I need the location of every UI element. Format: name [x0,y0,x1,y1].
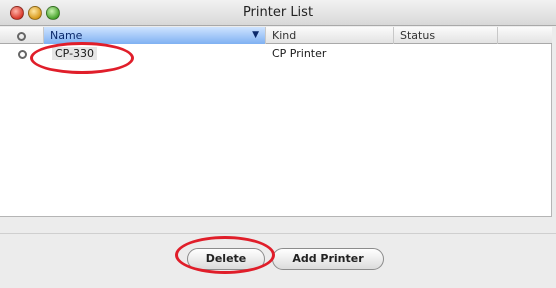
column-header-status[interactable]: Status [394,27,498,44]
divider [0,233,556,234]
printer-kind-cell: CP Printer [272,47,327,60]
printer-list-window: Printer List Name ▼ Kind Status CP-330 C… [0,0,556,288]
printer-disc-icon [17,31,26,41]
printer-disc-icon [17,49,27,59]
window-title: Printer List [242,5,314,20]
column-header-name[interactable]: Name ▼ [44,27,266,44]
sort-down-icon: ▼ [252,30,259,40]
column-header-kind-label: Kind [272,29,297,42]
column-header-kind[interactable]: Kind [266,27,394,44]
column-header-status-label: Status [400,29,436,42]
title-bar: Printer List [0,0,556,26]
printer-name-cell: CP-330 [52,47,98,60]
column-header-icon[interactable] [0,27,44,44]
delete-button[interactable]: Delete [187,248,265,270]
printer-table: Name ▼ Kind Status CP-330 CP Printer [0,27,552,217]
table-header: Name ▼ Kind Status [0,27,552,44]
table-row[interactable]: CP-330 CP Printer [0,45,552,63]
column-header-name-label: Name [50,29,83,42]
add-printer-button[interactable]: Add Printer [272,248,384,270]
